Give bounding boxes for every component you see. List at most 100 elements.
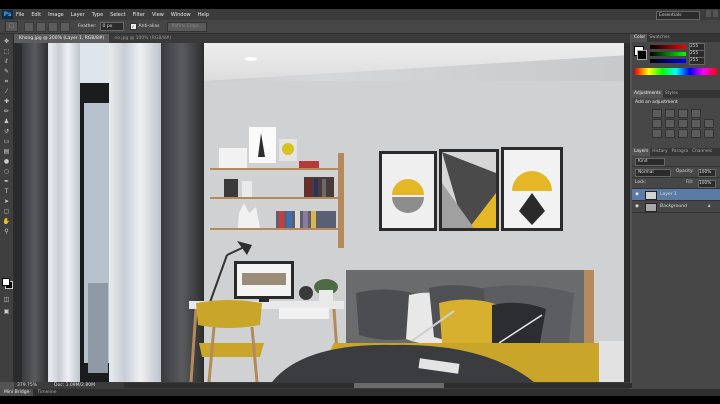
blue-slider[interactable] [650, 59, 686, 63]
layer-filter-row: Kind [632, 156, 720, 167]
opacity-input[interactable]: 100% [698, 169, 716, 177]
canvas-area[interactable] [14, 43, 630, 382]
tab-color[interactable]: Color [632, 34, 648, 42]
healing-brush-tool-icon[interactable]: ✚ [2, 98, 11, 105]
tab-styles[interactable]: Styles [663, 90, 680, 98]
menu-window[interactable]: Window [171, 12, 191, 18]
invert-icon[interactable] [652, 129, 662, 138]
tab-adjustments[interactable]: Adjustments [632, 90, 663, 98]
blur-tool-icon[interactable]: ● [2, 158, 11, 165]
brightness-contrast-icon[interactable] [652, 109, 662, 118]
vertical-scrollbar[interactable] [624, 43, 630, 382]
menu-help[interactable]: Help [198, 12, 209, 18]
add-selection-icon[interactable] [36, 21, 46, 32]
color-spectrum[interactable] [635, 68, 717, 75]
green-slider[interactable] [650, 52, 686, 56]
blend-mode-select[interactable]: Normal [635, 169, 671, 177]
antialias-checkbox[interactable]: ✓ [129, 23, 137, 30]
black-white-icon[interactable] [691, 119, 701, 128]
adjustment-icons-row-2 [652, 119, 714, 128]
tab-timeline[interactable]: Timeline [33, 389, 60, 396]
layer-filter-select[interactable]: Kind [635, 158, 665, 166]
brush-tool-icon[interactable]: ✏ [2, 108, 11, 115]
history-brush-tool-icon[interactable]: ↺ [2, 128, 11, 135]
minimize-button[interactable] [706, 10, 711, 17]
eyedropper-tool-icon[interactable]: ⁄ [2, 88, 11, 95]
menu-filter[interactable]: Filter [133, 12, 145, 18]
marquee-tool-icon[interactable]: ⬚ [2, 48, 11, 55]
horizontal-scrollbar[interactable] [124, 383, 644, 388]
visibility-eye-icon[interactable]: ◉ [635, 201, 639, 212]
layer-row-layer-1[interactable]: ◉ Layer 1 [632, 189, 720, 201]
tab-mini-bridge[interactable]: Mini Bridge [0, 389, 34, 396]
shape-tool-icon[interactable]: ▢ [2, 208, 11, 215]
menu-layer[interactable]: Layer [71, 12, 85, 18]
document-tabs: Khong.jpg @ 200% (Layer 1, RGB/8#) no.jp… [14, 34, 630, 43]
threshold-icon[interactable] [678, 129, 688, 138]
tab-document-khong[interactable]: Khong.jpg @ 200% (Layer 1, RGB/8#) [14, 34, 110, 43]
tab-layers[interactable]: Layers [632, 148, 651, 156]
lasso-tool-icon[interactable]: ℓ [2, 58, 11, 65]
selection-mode-buttons [24, 21, 70, 32]
maximize-button[interactable] [713, 10, 718, 17]
tab-document-no[interactable]: no.jpg @ 100% (RGB/8#) [109, 34, 176, 43]
blue-value[interactable]: 255 [689, 57, 705, 65]
feather-input[interactable]: 0 px [99, 22, 124, 31]
refine-edge-button[interactable]: Refine Edge... [167, 21, 207, 32]
tab-channels[interactable]: Channels [690, 148, 714, 156]
subtract-selection-icon[interactable] [48, 21, 58, 32]
hue-saturation-icon[interactable] [665, 119, 675, 128]
lock-icon: 🔒︎ [708, 204, 711, 209]
menu-file[interactable]: File [16, 12, 24, 18]
selective-color-icon[interactable] [704, 129, 714, 138]
menu-select[interactable]: Select [110, 12, 125, 18]
red-slider[interactable] [650, 45, 686, 49]
hand-tool-icon[interactable]: ✋ [2, 218, 11, 225]
gradient-map-icon[interactable] [691, 129, 701, 138]
tab-history[interactable]: History [650, 148, 669, 156]
menu-image[interactable]: Image [48, 12, 64, 18]
feather-label: Feather: [78, 24, 97, 29]
vibrance-icon[interactable] [652, 119, 662, 128]
quick-select-tool-icon[interactable]: ✎ [2, 68, 11, 75]
intersect-selection-icon[interactable] [60, 21, 70, 32]
visibility-eye-icon[interactable]: ◉ [635, 189, 639, 200]
curves-icon[interactable] [678, 109, 688, 118]
layer-row-background[interactable]: ◉ Background 🔒︎ [632, 201, 720, 213]
marquee-tool-preset-icon[interactable]: ⬚ [5, 21, 18, 32]
menu-view[interactable]: View [152, 12, 164, 18]
levels-icon[interactable] [665, 109, 675, 118]
dodge-tool-icon[interactable]: ○ [2, 168, 11, 175]
zoom-tool-icon[interactable]: ⚲ [2, 228, 11, 235]
clone-stamp-tool-icon[interactable]: ♟ [2, 118, 11, 125]
scrollbar-thumb[interactable] [354, 383, 444, 388]
color-background-swatch[interactable] [637, 50, 647, 60]
color-panel: 255 255 255 [632, 42, 720, 90]
fill-input[interactable]: 100% [698, 180, 716, 188]
layer-name: Background [660, 204, 687, 209]
tab-swatches[interactable]: Swatches [647, 34, 672, 42]
menu-type[interactable]: Type [92, 12, 103, 18]
zoom-level[interactable]: 379.75% [17, 382, 37, 389]
bottom-panel-tabs: Mini Bridge Timeline [0, 389, 720, 396]
adjustments-panel: Add an adjustment [632, 98, 720, 148]
eraser-tool-icon[interactable]: ▭ [2, 138, 11, 145]
menu-edit[interactable]: Edit [31, 12, 41, 18]
photo-filter-icon[interactable] [704, 119, 714, 128]
foreground-color-swatch[interactable] [2, 278, 10, 286]
workspace-switcher[interactable]: Essentials [656, 11, 700, 20]
posterize-icon[interactable] [665, 129, 675, 138]
crop-tool-icon[interactable]: ⌗ [2, 78, 11, 85]
lock-row: Lock: Fill: 100% [632, 178, 720, 189]
screen-mode-icon[interactable]: ▣ [2, 308, 11, 315]
tab-paragraph[interactable]: Paragra [670, 148, 691, 156]
color-balance-icon[interactable] [678, 119, 688, 128]
exposure-icon[interactable] [691, 109, 701, 118]
new-selection-icon[interactable] [24, 21, 34, 32]
gradient-tool-icon[interactable]: ▤ [2, 148, 11, 155]
move-tool-icon[interactable]: ✥ [2, 38, 11, 45]
pen-tool-icon[interactable]: ✒ [2, 178, 11, 185]
quick-mask-icon[interactable]: ◫ [2, 296, 11, 303]
path-select-tool-icon[interactable]: ➤ [2, 198, 11, 205]
type-tool-icon[interactable]: T [2, 188, 11, 195]
